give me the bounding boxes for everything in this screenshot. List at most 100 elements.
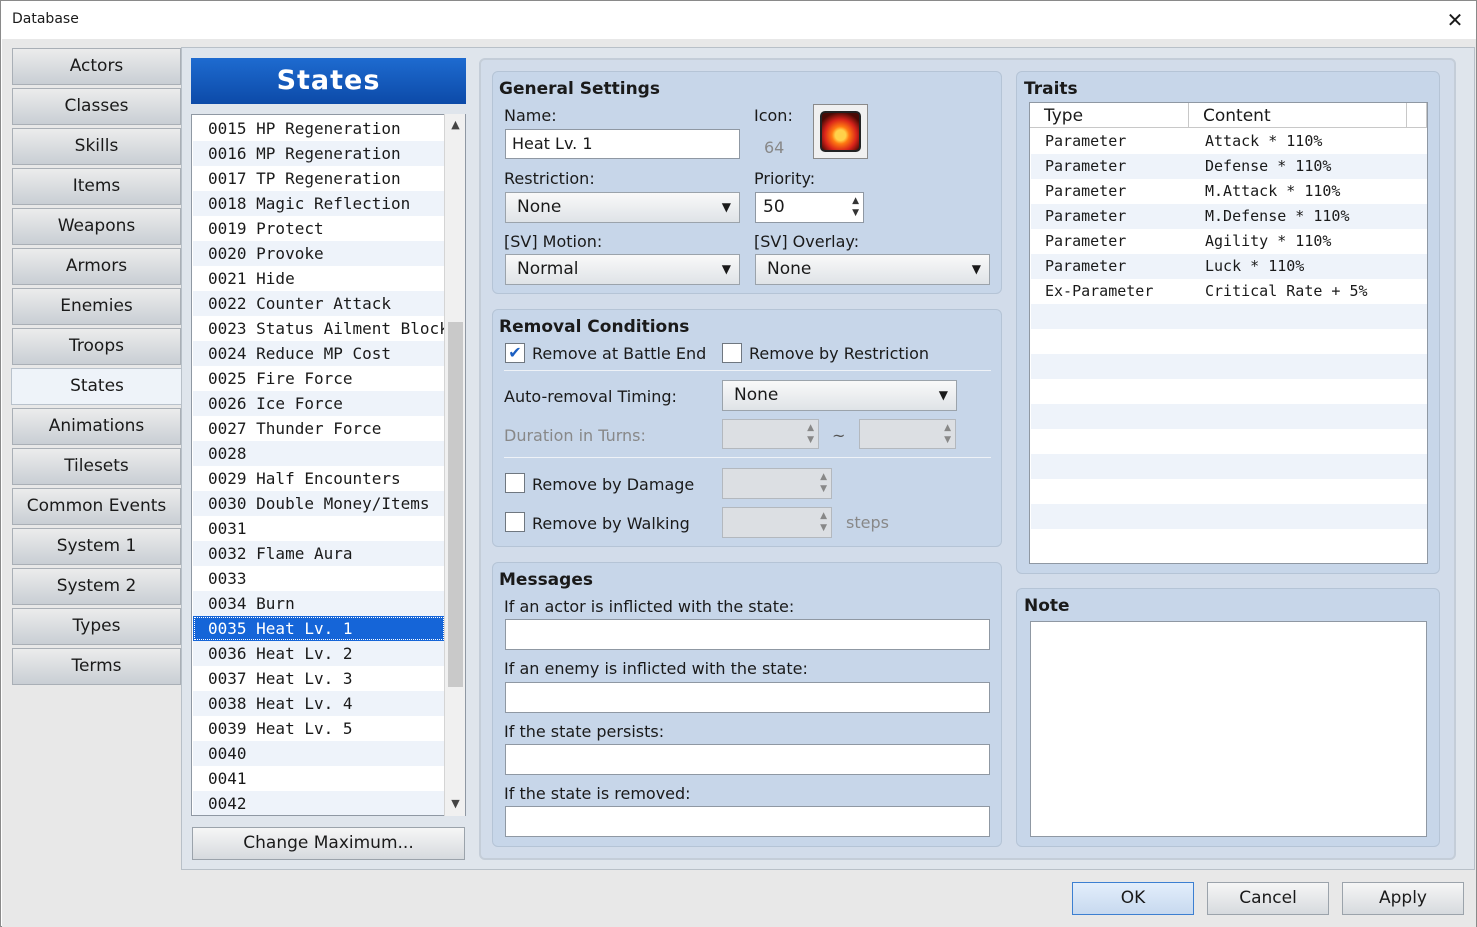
category-terms-button[interactable]: Terms bbox=[12, 648, 181, 685]
state-list-item[interactable]: 0022 Counter Attack bbox=[193, 291, 445, 316]
change-maximum-button[interactable]: Change Maximum... bbox=[192, 827, 465, 860]
category-weapons-button[interactable]: Weapons bbox=[12, 208, 181, 245]
trait-row[interactable]: Parameter M.Attack * 110% bbox=[1031, 179, 1427, 204]
state-list-item[interactable]: 0036 Heat Lv. 2 bbox=[193, 641, 445, 666]
category-troops-button[interactable]: Troops bbox=[12, 328, 181, 365]
state-list-item[interactable]: 0032 Flame Aura bbox=[193, 541, 445, 566]
walking-spinner[interactable]: ▲ ▼ bbox=[722, 507, 832, 538]
restriction-checkbox[interactable] bbox=[722, 343, 742, 363]
icon-picker[interactable] bbox=[813, 104, 868, 159]
priority-spinner[interactable]: 50 ▲ ▼ bbox=[755, 192, 864, 223]
category-classes-button[interactable]: Classes bbox=[12, 88, 181, 125]
list-scrollbar[interactable]: ▲ ▼ bbox=[444, 114, 465, 816]
state-list-item[interactable]: 0027 Thunder Force bbox=[193, 416, 445, 441]
spin-up-icon[interactable]: ▲ bbox=[852, 196, 859, 206]
motion-select[interactable]: Normal ▼ bbox=[505, 254, 740, 285]
state-list-item[interactable]: 0028 bbox=[193, 441, 445, 466]
trait-row[interactable] bbox=[1031, 454, 1427, 479]
category-types-button[interactable]: Types bbox=[12, 608, 181, 645]
state-list-item[interactable]: 0030 Double Money/Items bbox=[193, 491, 445, 516]
trait-row[interactable] bbox=[1031, 354, 1427, 379]
trait-row[interactable]: Parameter Agility * 110% bbox=[1031, 229, 1427, 254]
category-states-button[interactable]: States bbox=[11, 368, 183, 405]
state-list-item[interactable]: 0019 Protect bbox=[193, 216, 445, 241]
column-header-content[interactable]: Content bbox=[1189, 103, 1407, 128]
spin-up-icon[interactable]: ▲ bbox=[820, 472, 827, 482]
trait-row[interactable]: Parameter Attack * 110% bbox=[1031, 129, 1427, 154]
category-common-events-button[interactable]: Common Events bbox=[12, 488, 181, 525]
close-icon[interactable]: ✕ bbox=[1437, 5, 1473, 35]
category-animations-button[interactable]: Animations bbox=[12, 408, 181, 445]
damage-checkbox[interactable] bbox=[505, 473, 525, 493]
state-list-item[interactable]: 0025 Fire Force bbox=[193, 366, 445, 391]
overlay-select[interactable]: None ▼ bbox=[755, 254, 990, 285]
trait-row[interactable] bbox=[1031, 529, 1427, 554]
spin-down-icon[interactable]: ▼ bbox=[807, 435, 814, 445]
persists-message-input[interactable] bbox=[505, 744, 990, 775]
column-header-type[interactable]: Type bbox=[1030, 103, 1189, 128]
state-list-item[interactable]: 0023 Status Ailment Block bbox=[193, 316, 449, 341]
note-textarea[interactable] bbox=[1030, 621, 1427, 837]
trait-row[interactable] bbox=[1031, 429, 1427, 454]
spin-down-icon[interactable]: ▼ bbox=[944, 435, 951, 445]
state-list-item[interactable]: 0033 bbox=[193, 566, 445, 591]
category-system-2-button[interactable]: System 2 bbox=[12, 568, 181, 605]
traits-table[interactable]: Type Content Parameter Attack * 110% Param… bbox=[1029, 102, 1428, 564]
states-list[interactable]: 0015 HP Regeneration 0016 MP Regeneration… bbox=[191, 114, 466, 816]
category-tilesets-button[interactable]: Tilesets bbox=[12, 448, 181, 485]
trait-row[interactable]: Parameter Defense * 110% bbox=[1031, 154, 1427, 179]
trait-row[interactable] bbox=[1031, 304, 1427, 329]
state-list-item[interactable]: 0018 Magic Reflection bbox=[193, 191, 445, 216]
duration-max-spinner[interactable]: ▲ ▼ bbox=[859, 419, 956, 449]
state-list-item[interactable]: 0041 bbox=[193, 766, 445, 791]
trait-row[interactable] bbox=[1031, 504, 1427, 529]
restriction-select[interactable]: None ▼ bbox=[505, 192, 740, 223]
trait-row[interactable]: Parameter M.Defense * 110% bbox=[1031, 204, 1427, 229]
state-list-item[interactable]: 0031 bbox=[193, 516, 445, 541]
ok-button[interactable]: OK bbox=[1072, 882, 1194, 915]
spin-down-icon[interactable]: ▼ bbox=[820, 484, 827, 494]
spin-down-icon[interactable]: ▼ bbox=[820, 523, 827, 533]
trait-row[interactable] bbox=[1031, 329, 1427, 354]
state-list-item[interactable]: 0040 bbox=[193, 741, 445, 766]
trait-row[interactable] bbox=[1031, 379, 1427, 404]
scroll-thumb[interactable] bbox=[448, 322, 463, 687]
trait-row[interactable] bbox=[1031, 404, 1427, 429]
category-system-1-button[interactable]: System 1 bbox=[12, 528, 181, 565]
state-list-item[interactable]: 0029 Half Encounters bbox=[193, 466, 445, 491]
state-list-item[interactable]: 0024 Reduce MP Cost bbox=[193, 341, 445, 366]
name-input[interactable]: Heat Lv. 1 bbox=[505, 129, 740, 159]
state-list-item[interactable]: 0021 Hide bbox=[193, 266, 445, 291]
category-enemies-button[interactable]: Enemies bbox=[12, 288, 181, 325]
state-list-item[interactable]: 0038 Heat Lv. 4 bbox=[193, 691, 445, 716]
category-items-button[interactable]: Items bbox=[12, 168, 181, 205]
trait-row[interactable]: Ex-Parameter Critical Rate + 5% bbox=[1031, 279, 1427, 304]
state-list-item[interactable]: 0035 Heat Lv. 1 bbox=[193, 616, 445, 641]
walking-checkbox[interactable] bbox=[505, 512, 525, 532]
timing-select[interactable]: None ▼ bbox=[722, 380, 957, 411]
spin-up-icon[interactable]: ▲ bbox=[820, 511, 827, 521]
state-list-item[interactable]: 0015 HP Regeneration bbox=[193, 116, 445, 141]
state-list-item[interactable]: 0026 Ice Force bbox=[193, 391, 445, 416]
battle-end-checkbox[interactable]: ✔ bbox=[505, 343, 525, 363]
state-list-item[interactable]: 0039 Heat Lv. 5 bbox=[193, 716, 445, 741]
scroll-down-arrow-icon[interactable]: ▼ bbox=[447, 795, 464, 812]
state-list-item[interactable]: 0034 Burn bbox=[193, 591, 445, 616]
state-list-item[interactable]: 0020 Provoke bbox=[193, 241, 445, 266]
spin-up-icon[interactable]: ▲ bbox=[807, 423, 814, 433]
duration-min-spinner[interactable]: ▲ ▼ bbox=[722, 419, 819, 449]
actor-message-input[interactable] bbox=[505, 619, 990, 650]
spin-down-icon[interactable]: ▼ bbox=[852, 208, 859, 218]
damage-spinner[interactable]: ▲ ▼ bbox=[722, 468, 832, 499]
state-list-item[interactable]: 0037 Heat Lv. 3 bbox=[193, 666, 445, 691]
state-list-item[interactable]: 0042 bbox=[193, 791, 445, 815]
enemy-message-input[interactable] bbox=[505, 682, 990, 713]
category-skills-button[interactable]: Skills bbox=[12, 128, 181, 165]
state-list-item[interactable]: 0016 MP Regeneration bbox=[193, 141, 445, 166]
apply-button[interactable]: Apply bbox=[1342, 882, 1464, 915]
category-actors-button[interactable]: Actors bbox=[12, 48, 181, 85]
spin-up-icon[interactable]: ▲ bbox=[944, 423, 951, 433]
trait-row[interactable]: Parameter Luck * 110% bbox=[1031, 254, 1427, 279]
category-armors-button[interactable]: Armors bbox=[12, 248, 181, 285]
cancel-button[interactable]: Cancel bbox=[1207, 882, 1329, 915]
